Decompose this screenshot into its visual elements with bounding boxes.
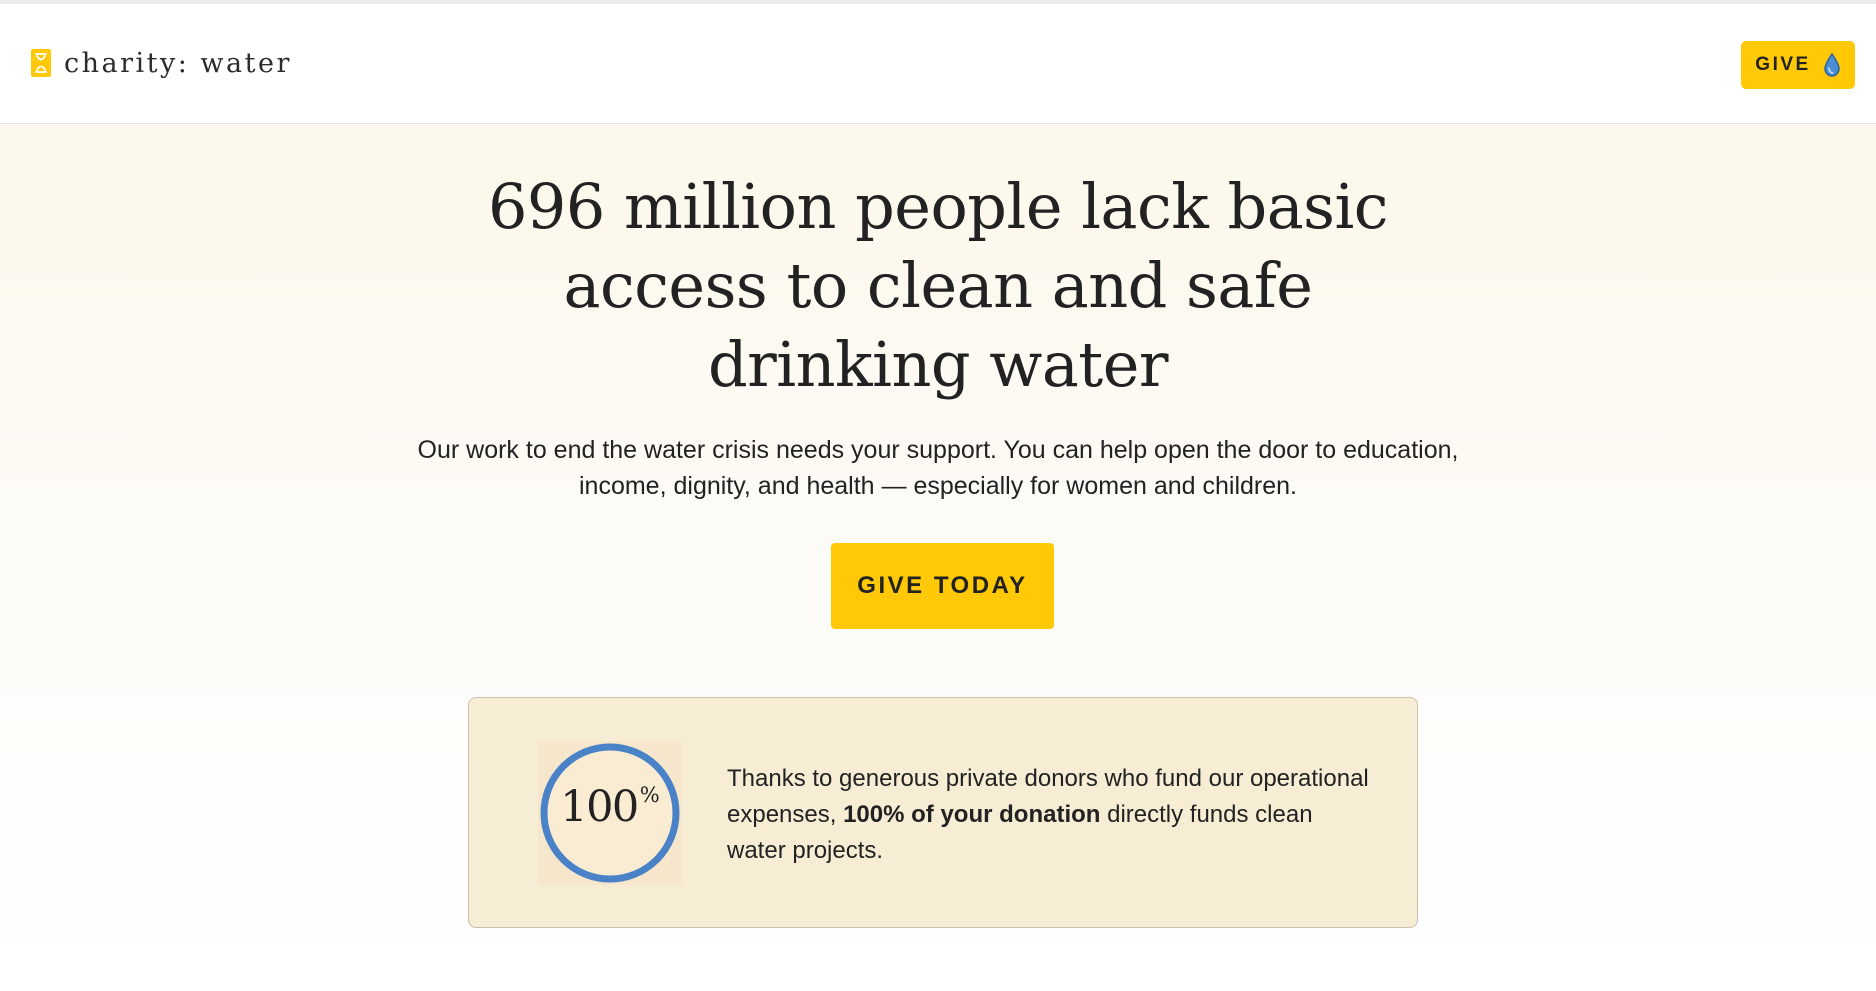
badge-number: 100 [560, 782, 639, 832]
hero-subtext: Our work to end the water crisis needs y… [338, 432, 1538, 504]
hero-section: 696 million people lack basic access to … [0, 125, 1876, 991]
hundred-percent-badge: 100% [538, 741, 682, 885]
give-today-button[interactable]: GIVE TODAY [831, 543, 1054, 629]
headline-line: drinking water [707, 328, 1169, 401]
promise-text: Thanks to generous private donors who fu… [727, 761, 1377, 869]
give-button-label: GIVE [1755, 54, 1811, 75]
donation-promise-card: 100% Thanks to generous private donors w… [468, 697, 1418, 928]
site-logo[interactable]: charity: water [30, 48, 292, 78]
badge-suffix: % [639, 783, 660, 807]
give-button[interactable]: GIVE [1741, 41, 1855, 89]
water-drop-icon [1823, 53, 1840, 77]
badge-value: 100% [538, 785, 682, 829]
headline-line: access to clean and safe [563, 249, 1313, 322]
give-today-label: GIVE TODAY [857, 572, 1028, 599]
promise-text-bold: 100% of your donation [843, 801, 1101, 828]
subtext-line: income, dignity, and health — especially… [579, 472, 1297, 500]
site-header: charity: water GIVE [0, 4, 1876, 124]
subtext-line: Our work to end the water crisis needs y… [417, 436, 1459, 464]
headline-line: 696 million people lack basic [487, 170, 1389, 243]
jerrycan-icon [31, 49, 51, 77]
hero-headline: 696 million people lack basic access to … [0, 167, 1876, 404]
logo-text: charity: water [64, 47, 292, 79]
